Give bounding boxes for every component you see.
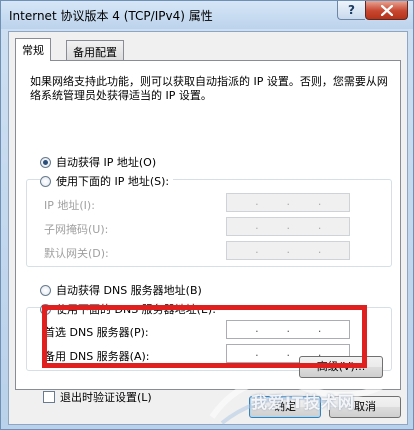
- ip-address-input[interactable]: ...: [226, 193, 350, 212]
- subnet-mask-input[interactable]: ...: [226, 217, 350, 236]
- window-title: Internet 协议版本 4 (TCP/IPv4) 属性: [9, 9, 213, 23]
- general-panel: 如果网络支持此功能，则可以获取自动指派的 IP 设置。否则，您需要从网络系统管理…: [15, 60, 401, 390]
- ip-auto-label: 自动获得 IP 地址(O): [56, 156, 157, 169]
- validate-settings-label: 退出时验证设置(L): [60, 391, 152, 404]
- radio-checked-icon: [40, 156, 51, 168]
- validate-settings-checkbox[interactable]: 退出时验证设置(L): [43, 389, 152, 405]
- close-icon: [381, 5, 393, 16]
- subnet-mask-label: 子网掩码(U):: [44, 223, 109, 236]
- ip-manual-radio[interactable]: 使用下面的 IP 地址(S):: [40, 173, 174, 189]
- ip-auto-radio[interactable]: 自动获得 IP 地址(O): [40, 154, 156, 170]
- title-bar: Internet 协议版本 4 (TCP/IPv4) 属性 ?: [1, 1, 413, 29]
- dialog-client: 常规 备用配置 如果网络支持此功能，则可以获取自动指派的 IP 设置。否则，您需…: [8, 31, 408, 425]
- dialog-window: Internet 协议版本 4 (TCP/IPv4) 属性 ? 常规 备用配置 …: [0, 0, 414, 430]
- dns-auto-radio[interactable]: 自动获得 DNS 服务器地址(B): [40, 282, 202, 298]
- help-button[interactable]: ?: [337, 1, 365, 20]
- dns-auto-label: 自动获得 DNS 服务器地址(B): [56, 284, 202, 297]
- ip-manual-label: 使用下面的 IP 地址(S):: [56, 175, 170, 188]
- checkbox-unchecked-icon: [43, 391, 55, 403]
- watermark-text: 我爱IT技术网: [251, 393, 355, 412]
- dns-highlight-box: [42, 305, 367, 368]
- radio-unchecked-icon: [40, 175, 51, 187]
- description-text: 如果网络支持此功能，则可以获取自动指派的 IP 设置。否则，您需要从网络系统管理…: [30, 75, 388, 102]
- radio-unchecked-icon: [40, 284, 51, 296]
- close-button[interactable]: [365, 1, 408, 20]
- default-gateway-input[interactable]: ...: [226, 241, 350, 260]
- tab-alternate-config[interactable]: 备用配置: [66, 40, 124, 60]
- default-gateway-label: 默认网关(D):: [44, 247, 109, 260]
- ip-address-label: IP 地址(I):: [44, 199, 95, 212]
- tab-general[interactable]: 常规: [15, 38, 51, 61]
